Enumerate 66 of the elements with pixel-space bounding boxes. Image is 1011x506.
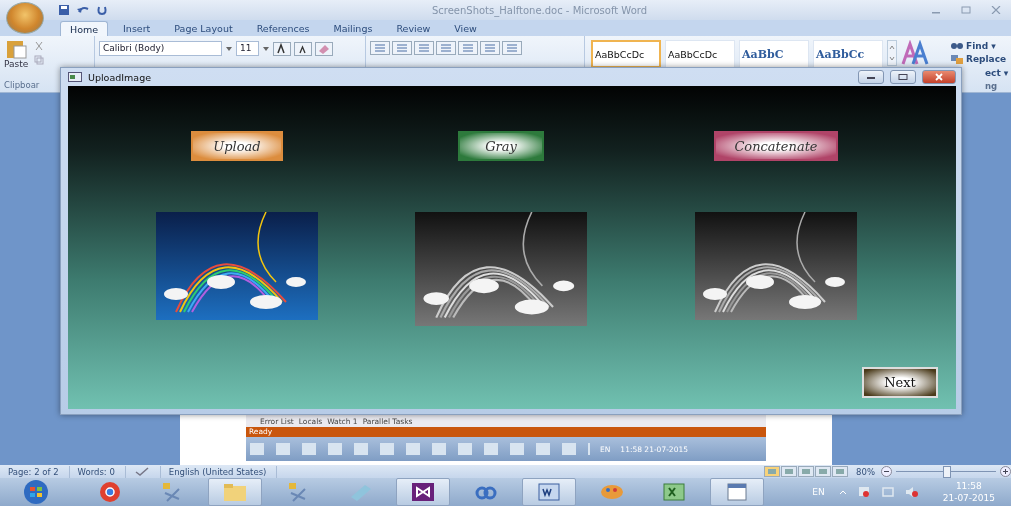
redo-icon[interactable]	[96, 4, 108, 16]
folder-icon[interactable]	[222, 481, 248, 503]
dropdown-arrow-icon[interactable]	[262, 45, 270, 52]
maximize-button[interactable]	[890, 70, 916, 84]
change-styles-icon[interactable]	[901, 40, 931, 66]
minimize-icon	[866, 74, 876, 80]
select-button[interactable]: ect ▾	[985, 67, 1009, 78]
font-name-field[interactable]: Calibri (Body)	[99, 41, 222, 56]
group-label: ng	[985, 81, 998, 92]
outline-icon[interactable]	[815, 466, 832, 477]
replace-icon	[951, 54, 963, 64]
speaker-muted-icon[interactable]	[904, 486, 919, 498]
word-count[interactable]: Words: 0	[69, 465, 126, 478]
draft-icon[interactable]	[832, 466, 849, 477]
grow-font-icon[interactable]	[273, 41, 291, 56]
style-swatch[interactable]: AaBbCc	[813, 40, 883, 68]
close-button[interactable]	[922, 70, 956, 84]
print-layout-icon[interactable]	[764, 466, 781, 477]
minimize-button[interactable]	[858, 70, 884, 84]
style-swatch[interactable]: AaBbCcDc	[591, 40, 661, 68]
copy-icon[interactable]	[34, 55, 45, 65]
action-button[interactable]: Upload	[191, 131, 283, 161]
zoom-out-icon[interactable]	[881, 466, 892, 477]
spreadsheet-icon[interactable]	[661, 481, 687, 503]
dropdown-arrow-icon[interactable]	[225, 45, 233, 52]
binoculars-icon	[951, 41, 963, 51]
paste-button[interactable]: Paste	[4, 39, 29, 73]
ribbon-tab[interactable]: Mailings	[324, 21, 382, 36]
save-icon[interactable]	[58, 4, 70, 16]
web-layout-icon[interactable]	[798, 466, 815, 477]
language-indicator[interactable]: English (United States)	[160, 465, 278, 478]
shrink-font-icon[interactable]	[294, 41, 312, 56]
maximize-icon	[898, 74, 908, 80]
window-title: UploadImage	[88, 71, 152, 83]
close-icon	[934, 73, 944, 81]
ribbon-tab[interactable]: View	[445, 21, 486, 36]
window-icon[interactable]	[724, 481, 750, 503]
maximize-icon[interactable]	[961, 6, 971, 14]
next-button[interactable]: Next	[862, 367, 938, 398]
group-label: Clipboar	[4, 80, 40, 90]
font-size-field[interactable]: 11	[236, 41, 259, 56]
ribbon-tab[interactable]: Page Layout	[165, 21, 242, 36]
style-swatch[interactable]: AaBbC	[739, 40, 809, 68]
close-icon[interactable]	[991, 6, 1001, 14]
browser-icon[interactable]	[97, 481, 123, 503]
page-count[interactable]: Page: 2 of 2	[0, 465, 70, 478]
action-button[interactable]: Concatenate	[714, 131, 838, 161]
window-title: ScreenShots_Halftone.doc - Microsoft Word	[430, 4, 649, 16]
app-window-icon	[68, 72, 82, 82]
zoom-level[interactable]: 80%	[856, 466, 875, 477]
clipboard-icon	[5, 39, 28, 59]
ribbon-tab[interactable]: Home	[60, 21, 109, 36]
reading-view-icon[interactable]	[781, 466, 798, 477]
style-swatch[interactable]: AaBbCcDc	[665, 40, 735, 68]
scissors-icon[interactable]	[34, 41, 45, 51]
studio-icon[interactable]	[410, 481, 436, 503]
ribbon-tab[interactable]: References	[247, 21, 319, 36]
chevron-up-icon[interactable]	[838, 489, 847, 495]
replace-button[interactable]: Replace	[966, 54, 1007, 65]
find-button[interactable]: Find ▾	[966, 40, 996, 51]
slider-thumb[interactable]	[943, 465, 951, 478]
document-icon[interactable]	[536, 481, 562, 503]
action-button[interactable]: Gray	[458, 131, 544, 161]
ribbon-tab[interactable]: Insert	[114, 21, 160, 36]
ribbon-tab[interactable]: Review	[387, 21, 440, 36]
zoom-in-icon[interactable]	[1000, 466, 1011, 477]
